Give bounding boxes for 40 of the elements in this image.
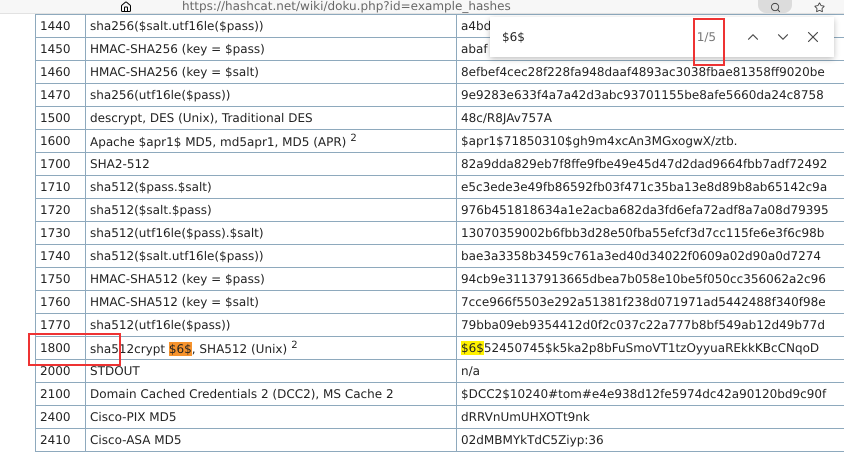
table-cell: sha512($salt.utf16le($pass))	[86, 244, 456, 268]
table-cell: 1740	[36, 244, 86, 268]
table-cell: 2100	[36, 382, 86, 406]
search-match-highlight: $6$	[168, 342, 192, 356]
table-cell: 1770	[36, 314, 86, 336]
table-cell: Cisco-ASA MD5	[86, 428, 456, 452]
table-cell: HMAC-SHA512 (key = $salt)	[86, 290, 456, 314]
home-icon[interactable]	[120, 1, 132, 13]
table-cell: Apache $apr1$ MD5, md5apr1, MD5 (APR) $^{2}$	[86, 130, 456, 152]
table-cell: HMAC-SHA512 (key = $pass)	[86, 268, 456, 290]
table-cell: HMAC-SHA256 (key = $pass)	[86, 38, 456, 60]
table-cell: sha512(utf16le($pass).$salt)	[86, 222, 456, 244]
table-cell: 1700	[36, 152, 86, 176]
table-cell: STDOUT	[86, 360, 456, 382]
table-cell: sha256(utf16le($pass))	[86, 84, 456, 106]
table-cell: 1470	[36, 84, 86, 106]
table-cell: 1440	[36, 14, 86, 38]
table-cell: 1730	[36, 222, 86, 244]
table-cell: 2000	[36, 360, 86, 382]
table-cell: sha512(utf16le($pass))	[86, 314, 456, 336]
table-cell: sha512($salt.$pass)	[86, 198, 456, 222]
table-cell: 1720	[36, 198, 86, 222]
table-cell: 1460	[36, 60, 86, 84]
table-cell: 1710	[36, 176, 86, 198]
table-cell: 1500	[36, 106, 86, 130]
table-cell: 2410	[36, 428, 86, 452]
table-cell: 2400	[36, 406, 86, 428]
search-icon[interactable]	[758, 0, 792, 13]
table-cell: 1750	[36, 268, 86, 290]
table-cell: 1600	[36, 130, 86, 152]
table-cell: 1450	[36, 38, 86, 60]
table-cell: sha256($salt.utf16le($pass))	[86, 14, 456, 38]
table-cell: SHA2-512	[86, 152, 456, 176]
table-cell: HMAC-SHA256 (key = $salt)	[86, 60, 456, 84]
table-cell: descrypt, DES (Unix), Traditional DES	[86, 106, 456, 130]
table-cell: sha512($pass.$salt)	[86, 176, 456, 198]
table-cell: 1760	[36, 290, 86, 314]
table-cell: Cisco-PIX MD5	[86, 406, 456, 428]
search-match-highlight: $6$	[461, 341, 484, 355]
table-cell: Domain Cached Credentials 2 (DCC2), MS Cache 2	[86, 382, 456, 406]
